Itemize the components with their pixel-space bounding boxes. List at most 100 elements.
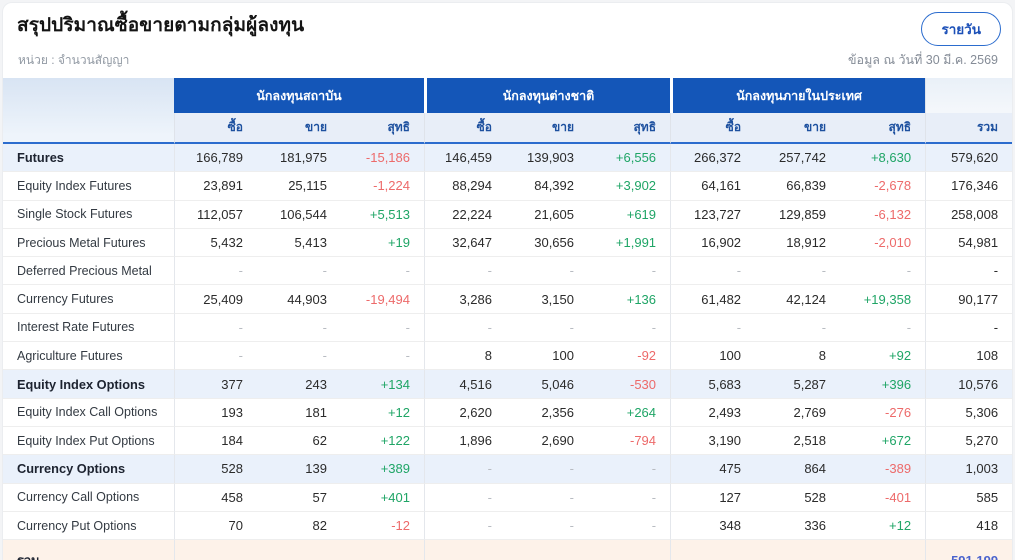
cell-institution-buy: 70 [174, 512, 257, 540]
cell-domestic-net: +92 [840, 342, 925, 370]
cell-domestic-buy: 127 [670, 484, 755, 512]
total-column-spacer [925, 78, 1012, 113]
cell-foreign-buy: 4,516 [424, 370, 506, 398]
cell-foreign-sell: 84,392 [506, 172, 588, 200]
cell-foreign-buy: - [424, 314, 506, 342]
cell-institution-net: -1,224 [341, 172, 424, 200]
cell-domestic-buy: 266,372 [670, 144, 755, 172]
cell-foreign-sell: 21,605 [506, 201, 588, 229]
row-label: Equity Index Options [3, 370, 174, 398]
cell-foreign-sell: - [506, 455, 588, 483]
grand-total-value: 591,199 [925, 540, 1012, 560]
cell-institution-buy: 458 [174, 484, 257, 512]
cell-domestic-net: - [840, 314, 925, 342]
cell-domestic-sell: 864 [755, 455, 840, 483]
cell-domestic-net: -389 [840, 455, 925, 483]
cell-total: - [925, 314, 1012, 342]
cell-foreign-sell: 2,356 [506, 399, 588, 427]
cell-foreign-buy: 146,459 [424, 144, 506, 172]
cell-total: 10,576 [925, 370, 1012, 398]
column-header-total: รวม [925, 113, 1012, 144]
total-row: รวม 591,199 [3, 540, 1012, 560]
table-row: Currency Options528139+389---475864-3891… [3, 455, 1012, 483]
cell-domestic-sell: - [755, 314, 840, 342]
cell-domestic-net: - [840, 257, 925, 285]
cell-institution-buy: 377 [174, 370, 257, 398]
cell-total: 54,981 [925, 229, 1012, 257]
cell-total: 579,620 [925, 144, 1012, 172]
cell-foreign-net: +264 [588, 399, 670, 427]
page-header: สรุปปริมาณซื้อขายตามกลุ่มผู้ลงทุน รายวัน… [3, 3, 1012, 78]
cell-domestic-net: +8,630 [840, 144, 925, 172]
row-label: รวม [3, 540, 174, 560]
cell-foreign-buy [424, 540, 506, 560]
cell-foreign-buy: 22,224 [424, 201, 506, 229]
cell-domestic-buy [670, 540, 755, 560]
cell-domestic-buy: - [670, 257, 755, 285]
cell-domestic-buy: - [670, 314, 755, 342]
cell-total: 258,008 [925, 201, 1012, 229]
table-row: Currency Put Options7082-12---348336+124… [3, 512, 1012, 540]
cell-total: 176,346 [925, 172, 1012, 200]
cell-foreign-net: -530 [588, 370, 670, 398]
row-label: Precious Metal Futures [3, 229, 174, 257]
cell-institution-sell: 25,115 [257, 172, 341, 200]
cell-total: 5,306 [925, 399, 1012, 427]
cell-total: 90,177 [925, 285, 1012, 313]
daily-button[interactable]: รายวัน [921, 12, 1001, 46]
cell-foreign-net: - [588, 455, 670, 483]
cell-domestic-buy: 123,727 [670, 201, 755, 229]
cell-total: - [925, 257, 1012, 285]
cell-institution-buy: 23,891 [174, 172, 257, 200]
cell-institution-net: +401 [341, 484, 424, 512]
table-row: Equity Index Options377243+1344,5165,046… [3, 370, 1012, 398]
cell-domestic-buy: 348 [670, 512, 755, 540]
cell-foreign-net: - [588, 512, 670, 540]
cell-foreign-buy: 2,620 [424, 399, 506, 427]
cell-domestic-sell: - [755, 257, 840, 285]
column-header-foreign-sell: ขาย [506, 113, 588, 144]
cell-domestic-net: +19,358 [840, 285, 925, 313]
cell-foreign-sell: - [506, 314, 588, 342]
row-label: Deferred Precious Metal [3, 257, 174, 285]
cell-foreign-buy: 3,286 [424, 285, 506, 313]
cell-total: 418 [925, 512, 1012, 540]
cell-institution-net: -19,494 [341, 285, 424, 313]
cell-institution-sell: 5,413 [257, 229, 341, 257]
investor-group-header-institution: นักลงทุนสถาบัน [174, 78, 424, 113]
cell-foreign-sell: 30,656 [506, 229, 588, 257]
cell-institution-buy: - [174, 314, 257, 342]
column-header-institution-buy: ซื้อ [174, 113, 257, 144]
cell-institution-sell: 82 [257, 512, 341, 540]
cell-domestic-net: -276 [840, 399, 925, 427]
row-label: Agriculture Futures [3, 342, 174, 370]
cell-domestic-buy: 3,190 [670, 427, 755, 455]
table-row: Currency Futures25,40944,903-19,4943,286… [3, 285, 1012, 313]
row-label: Currency Put Options [3, 512, 174, 540]
cell-institution-buy: 184 [174, 427, 257, 455]
cell-institution-sell: 181,975 [257, 144, 341, 172]
cell-institution-net: -12 [341, 512, 424, 540]
cell-institution-buy: - [174, 257, 257, 285]
cell-institution-sell: 181 [257, 399, 341, 427]
cell-institution-net: +389 [341, 455, 424, 483]
row-label: Equity Index Call Options [3, 399, 174, 427]
cell-institution-buy: 5,432 [174, 229, 257, 257]
table-row: Agriculture Futures---8100-921008+92108 [3, 342, 1012, 370]
cell-domestic-sell: 2,769 [755, 399, 840, 427]
cell-institution-net: - [341, 342, 424, 370]
cell-domestic-net: -2,678 [840, 172, 925, 200]
cell-institution-net: +134 [341, 370, 424, 398]
cell-institution-sell: 44,903 [257, 285, 341, 313]
cell-domestic-net: +396 [840, 370, 925, 398]
cell-domestic-buy: 64,161 [670, 172, 755, 200]
cell-institution-net: -15,186 [341, 144, 424, 172]
cell-foreign-net: +619 [588, 201, 670, 229]
cell-institution-sell: 243 [257, 370, 341, 398]
cell-total: 5,270 [925, 427, 1012, 455]
cell-foreign-buy: - [424, 257, 506, 285]
cell-domestic-sell: 257,742 [755, 144, 840, 172]
table-corner-cell [3, 78, 174, 144]
cell-foreign-buy: 8 [424, 342, 506, 370]
cell-institution-buy [174, 540, 257, 560]
